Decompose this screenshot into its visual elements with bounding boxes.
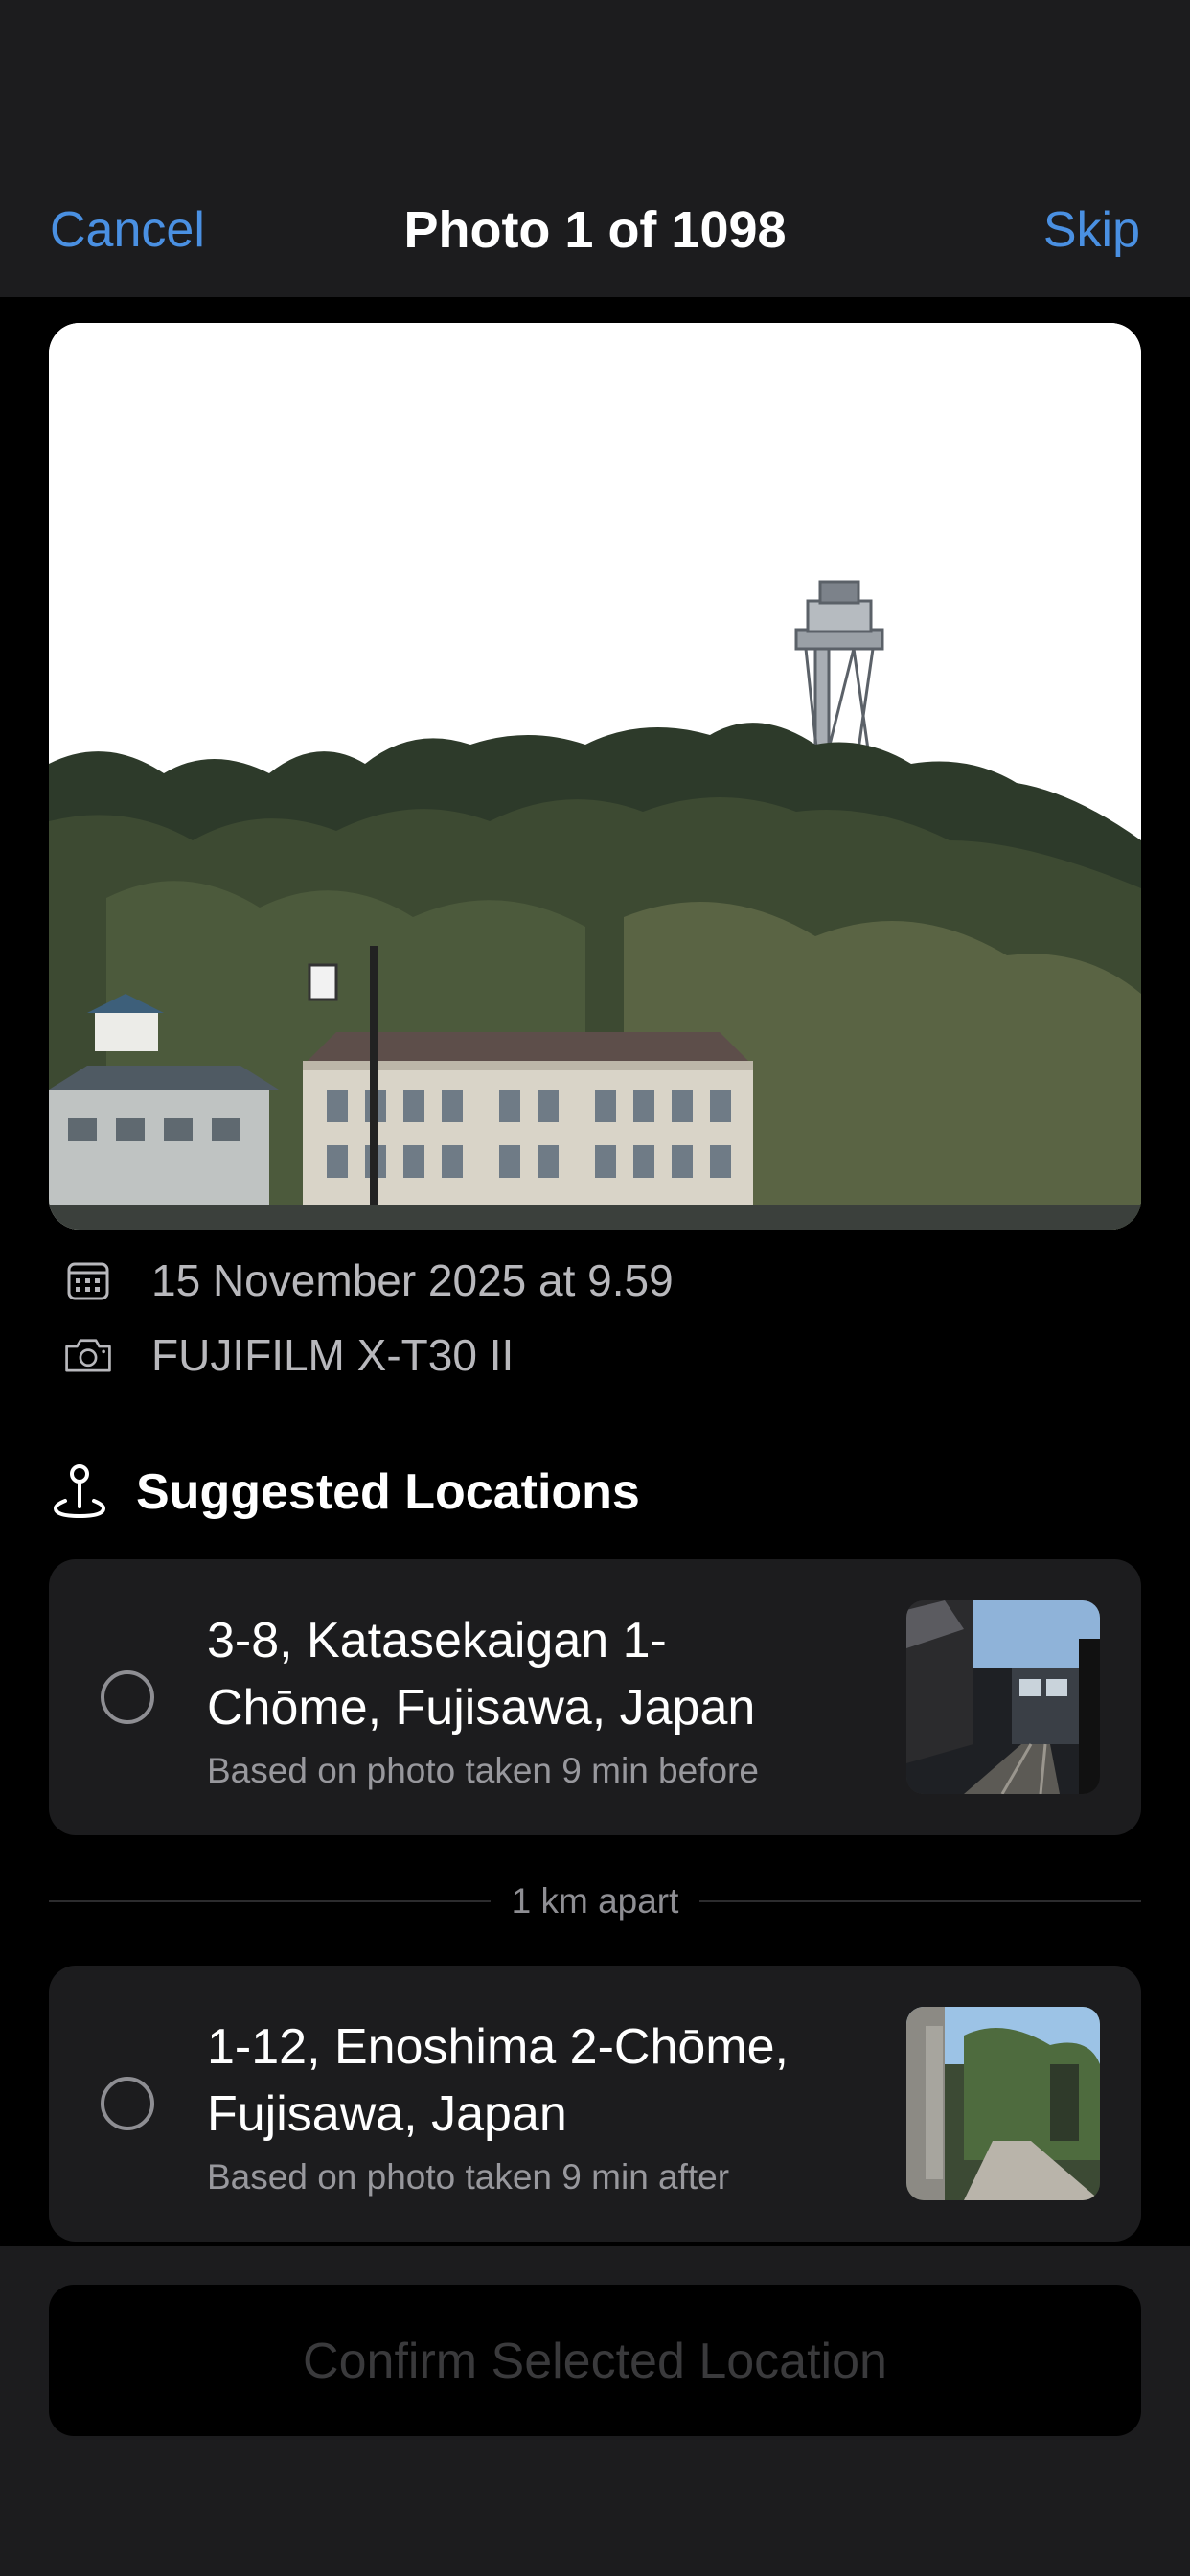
separator-line-right <box>699 1900 1142 1902</box>
suggested-locations-heading: Suggested Locations <box>50 1461 640 1523</box>
location-option-card[interactable]: 1-12, Enoshima 2-Chōme, Fujisawa, Japan … <box>49 1966 1141 2242</box>
section-title-text: Suggested Locations <box>136 1464 640 1520</box>
location-subtitle: Based on photo taken 9 min after <box>207 2157 730 2196</box>
skip-button[interactable]: Skip <box>1043 196 1140 264</box>
radio-button[interactable] <box>101 1670 154 1724</box>
camera-icon <box>63 1330 113 1380</box>
photo-date: 15 November 2025 at 9.59 <box>151 1255 674 1305</box>
confirm-location-button[interactable]: Confirm Selected Location <box>49 2285 1141 2436</box>
bottom-action-bar: Confirm Selected Location <box>0 2246 1190 2576</box>
location-option-card[interactable]: 3-8, Katasekaigan 1- Chōme, Fujisawa, Ja… <box>49 1559 1141 1835</box>
location-pin-icon <box>50 1462 109 1522</box>
distance-label: 1 km apart <box>511 1881 679 1920</box>
photo-date-row: 15 November 2025 at 9.59 <box>63 1252 674 1309</box>
location-title-line-1: 3-8, Katasekaigan 1- <box>207 1613 667 1668</box>
calendar-icon <box>63 1255 113 1305</box>
page-title: Photo 1 of 1098 <box>403 201 787 259</box>
location-subtitle: Based on photo taken 9 min before <box>207 1751 759 1790</box>
radio-button[interactable] <box>101 2077 154 2130</box>
location-title-line-2: Chōme, Fujisawa, Japan <box>207 1680 756 1736</box>
separator-line-left <box>49 1900 491 1902</box>
photo-preview <box>49 323 1141 1230</box>
navigation-bar: Cancel Photo 1 of 1098 Skip <box>0 0 1190 297</box>
location-title-line-2: Fujisawa, Japan <box>207 2086 567 2142</box>
location-thumbnail <box>906 1600 1100 1794</box>
camera-model: FUJIFILM X-T30 II <box>151 1330 515 1380</box>
location-thumbnail <box>906 2007 1100 2200</box>
photo-camera-row: FUJIFILM X-T30 II <box>63 1326 514 1384</box>
location-title-line-1: 1-12, Enoshima 2-Chōme, <box>207 2019 789 2075</box>
distance-separator: 1 km apart <box>49 1880 1142 1922</box>
